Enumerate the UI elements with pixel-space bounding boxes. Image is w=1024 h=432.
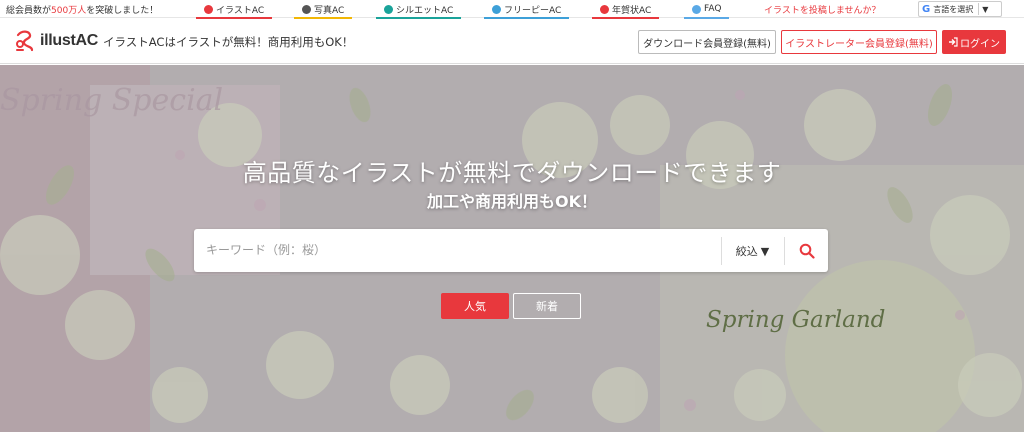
hero-section: Spring Special Spring Garland 高品質なイラストが無…: [0, 65, 1024, 432]
divider: [978, 3, 980, 15]
site-link-freepik[interactable]: フリーピーAC: [484, 0, 570, 19]
site-label: フリーピーAC: [504, 5, 562, 16]
filter-label: 絞込: [735, 245, 758, 258]
silhouetteac-icon: [384, 4, 393, 14]
filter-dropdown[interactable]: 絞込 ▼: [721, 237, 783, 265]
tab-new[interactable]: 新着: [513, 293, 581, 319]
chevron-down-icon: ▼: [982, 4, 989, 14]
member-count-notice: 総会員数が500万人を突破しました！: [6, 3, 158, 16]
search-input[interactable]: [206, 239, 706, 261]
member-notice-prefix: 総会員数が: [6, 6, 52, 16]
site-header: illustAC イラストACはイラストが無料！商用利用もOK！ ダウンロード会…: [0, 19, 1024, 64]
search-button[interactable]: [784, 237, 828, 265]
background-spring-garland-text: Spring Garland: [706, 307, 886, 333]
site-link-illustac[interactable]: イラストAC: [196, 0, 273, 19]
hero-subtitle: 加工や商用利用もOK！: [426, 192, 597, 211]
photoac-icon: [302, 4, 311, 14]
download-member-register-button[interactable]: ダウンロード会員登録(無料): [638, 30, 776, 54]
nengajo-icon: [600, 4, 609, 14]
site-link-photoac[interactable]: 写真AC: [294, 0, 353, 19]
language-selector[interactable]: G 言語を選択 ▼: [918, 1, 1002, 17]
member-notice-suffix: を突破しました！: [86, 6, 159, 16]
site-link-nengajo[interactable]: 年賀状AC: [592, 0, 660, 19]
login-icon: [949, 37, 958, 47]
tab-popular[interactable]: 人気: [441, 293, 509, 319]
network-bar: 総会員数が500万人を突破しました！ イラストAC 写真AC シルエットAC フ…: [0, 0, 1024, 19]
illustac-icon: [204, 4, 213, 14]
site-tagline: イラストACはイラストが無料！商用利用もOK！: [103, 35, 354, 49]
language-label: 言語を選択: [933, 4, 974, 14]
search-icon: [799, 243, 815, 259]
faq-icon: [692, 4, 701, 14]
google-translate-icon: G: [922, 3, 931, 15]
background-spring-special-text: Spring Special: [0, 83, 224, 118]
login-label: ログイン: [960, 38, 1000, 50]
site-label: 年賀状AC: [612, 5, 652, 16]
illustac-logo-icon: [16, 30, 34, 52]
illustrator-register-button[interactable]: イラストレーター会員登録(無料): [781, 30, 937, 54]
site-label: FAQ: [704, 4, 722, 14]
freepik-icon: [492, 4, 501, 14]
logo-text: illustAC: [40, 32, 99, 49]
search-bar: 絞込 ▼: [194, 229, 828, 272]
chevron-down-icon: ▼: [760, 244, 770, 258]
login-button[interactable]: ログイン: [942, 30, 1006, 54]
post-illustration-link[interactable]: イラストを投稿しませんか？: [764, 3, 881, 16]
member-count: 500万人: [51, 6, 87, 16]
hero-title: 高品質なイラストが無料でダウンロードできます: [242, 159, 782, 187]
site-label: 写真AC: [314, 5, 345, 16]
site-label: シルエットAC: [396, 5, 454, 16]
site-logo[interactable]: illustAC: [14, 29, 98, 53]
site-label: イラストAC: [216, 5, 265, 16]
site-link-faq[interactable]: FAQ: [684, 0, 730, 19]
site-link-silhouetteac[interactable]: シルエットAC: [376, 0, 462, 19]
